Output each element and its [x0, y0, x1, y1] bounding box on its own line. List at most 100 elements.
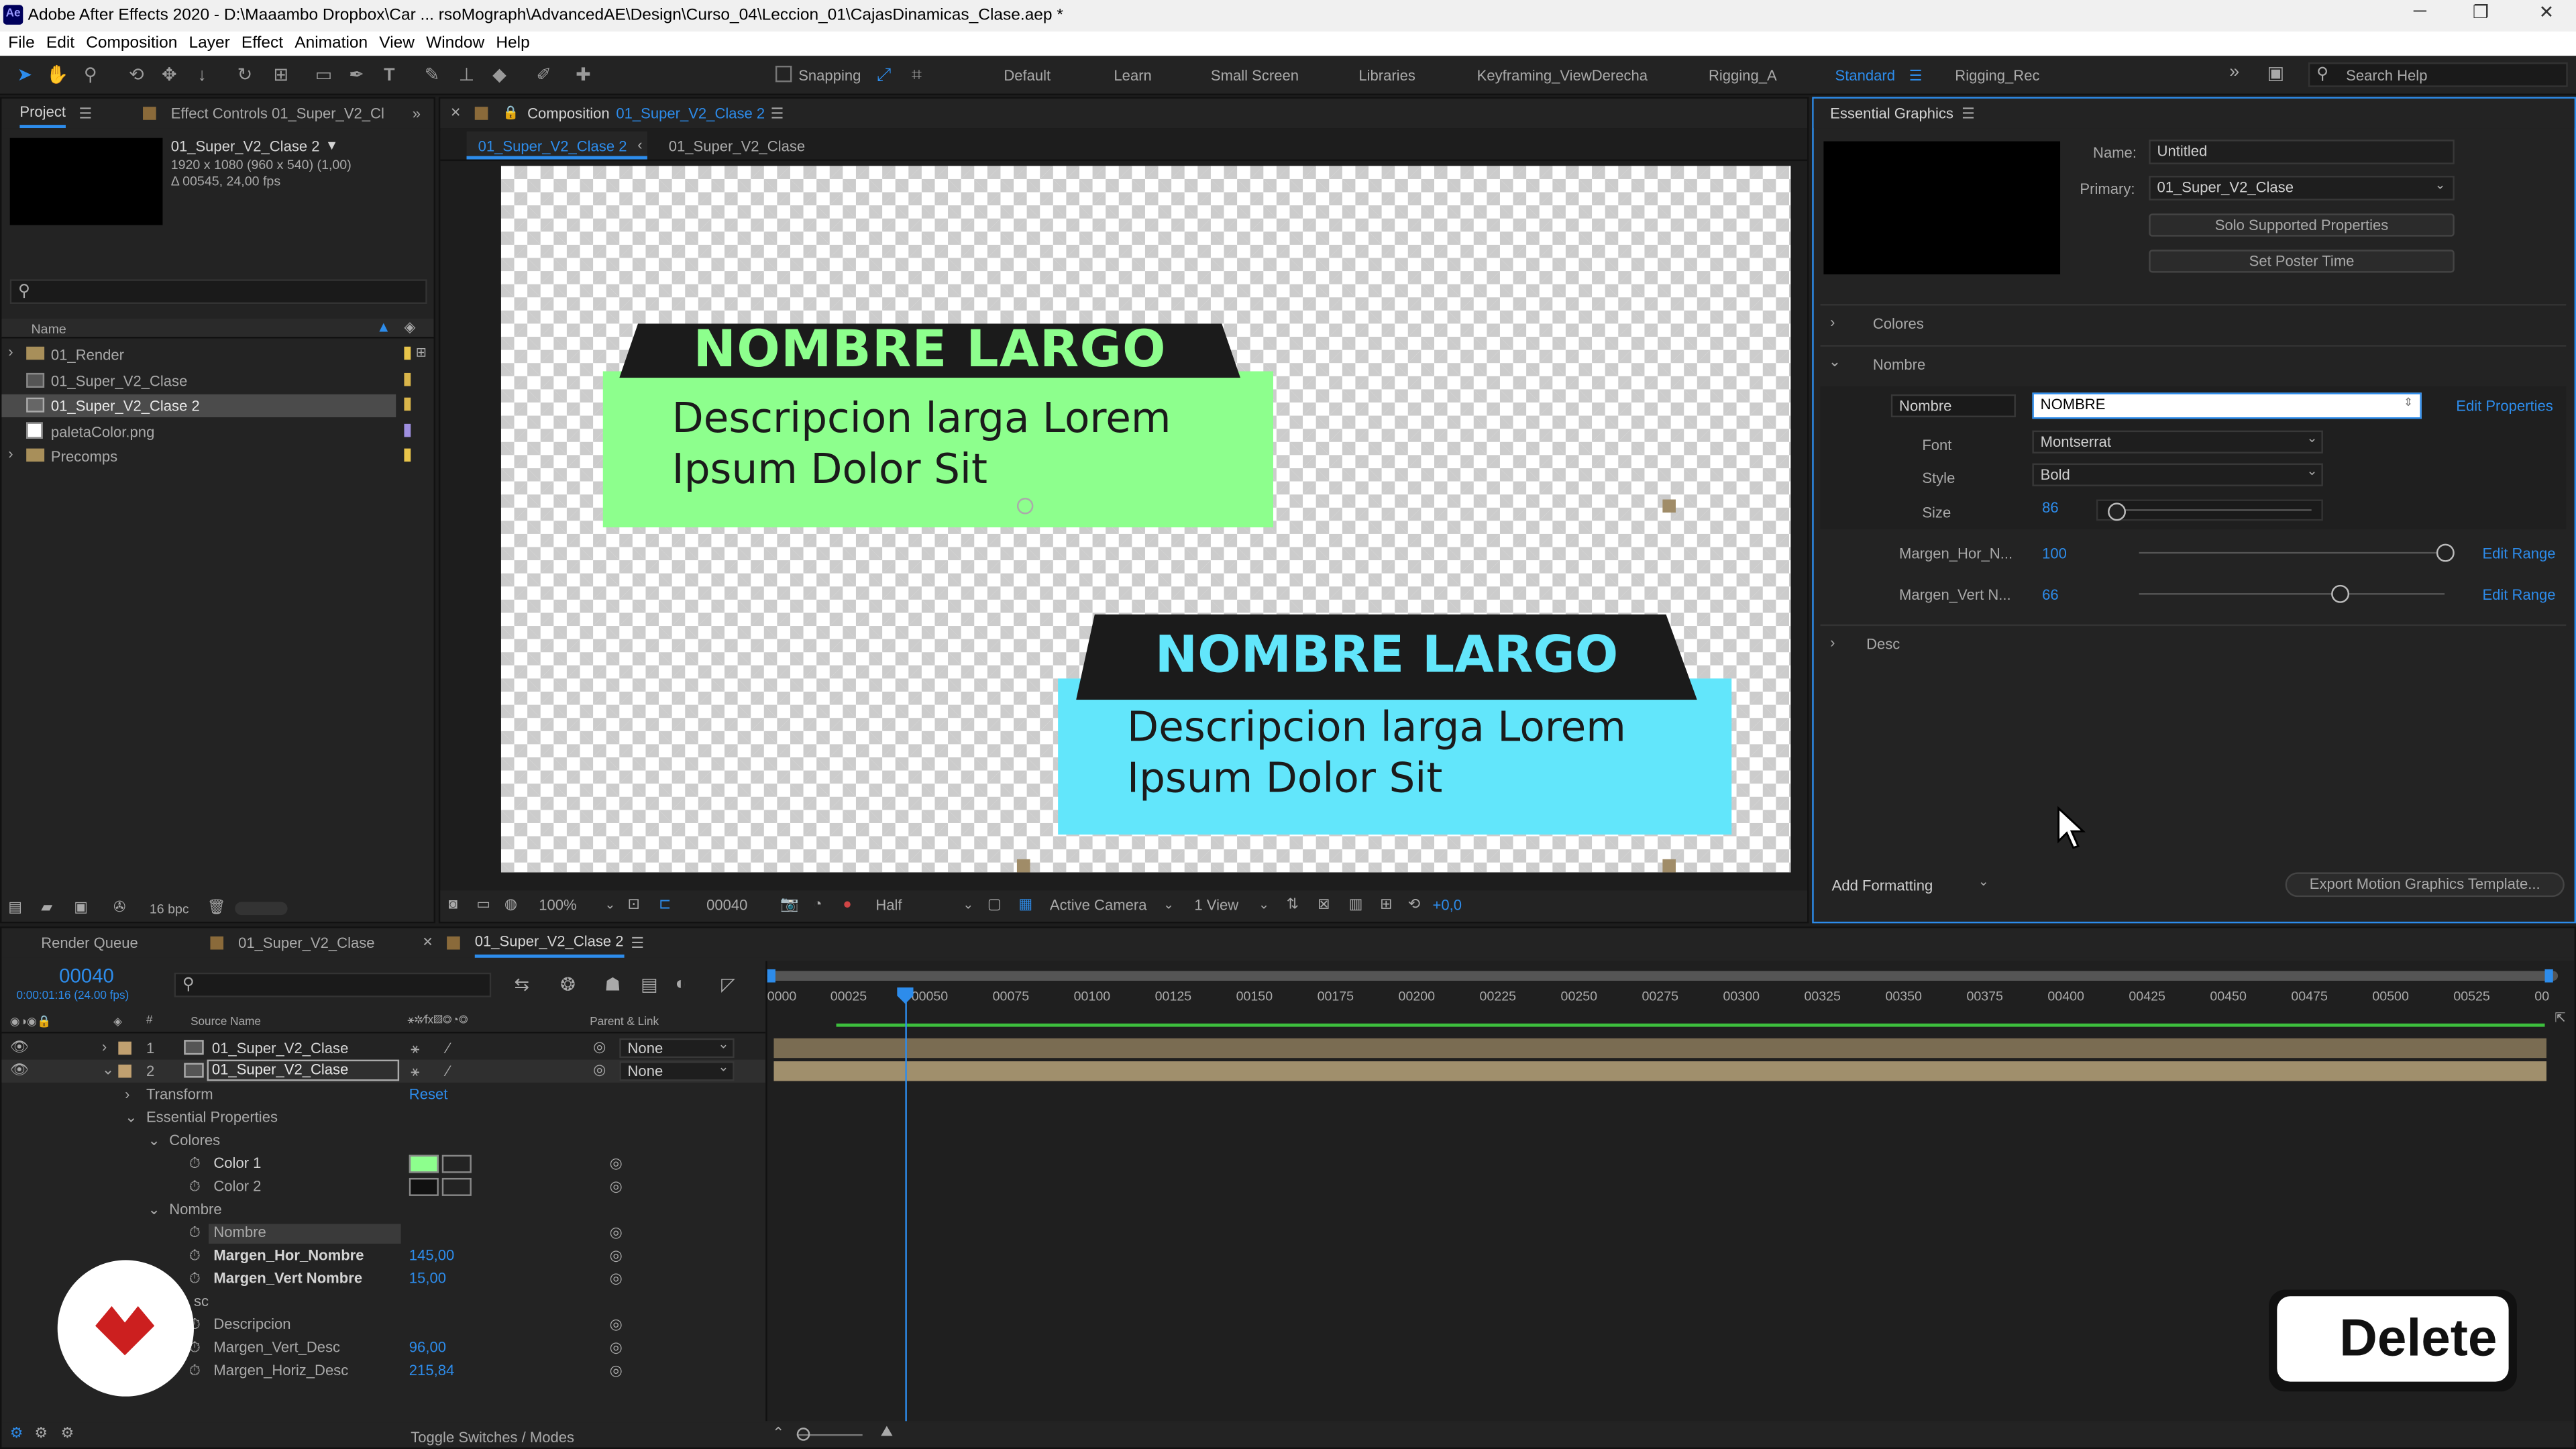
parent-dropdown[interactable]: None	[619, 1061, 735, 1081]
collapse-transform-icon[interactable]: ⚹	[411, 1063, 419, 1081]
hand-tool-icon[interactable]: ✋	[46, 64, 69, 87]
bpc-label[interactable]: 16 bpc	[150, 902, 189, 917]
exposure-value[interactable]: +0,0	[1433, 897, 1462, 913]
workspace-rigging-rec[interactable]: Rigging_Rec	[1955, 67, 2039, 83]
slider-knob[interactable]	[2108, 502, 2127, 521]
breadcrumb-item-parent[interactable]: 01_Super_V2_Clase	[669, 138, 805, 154]
menu-view[interactable]: View	[379, 32, 415, 56]
zoom-out-icon[interactable]: ⌃	[772, 1424, 784, 1442]
orbit-camera-icon[interactable]: ⟲	[125, 64, 148, 87]
layer-name[interactable]: 01_Super_V2_Clase	[207, 1059, 400, 1081]
quality-icon[interactable]: ⁄	[447, 1063, 449, 1079]
chevron-right-icon[interactable]: ›	[102, 1038, 107, 1055]
anchor-tool-icon[interactable]: ⊞	[270, 64, 292, 87]
color-settings-icon[interactable]: ✇	[113, 899, 125, 917]
workspace-standard[interactable]: Standard	[1835, 67, 1895, 83]
motion-blur-icon[interactable]: ◐	[676, 974, 686, 994]
chevron-down-icon[interactable]: ⌄	[1163, 897, 1174, 912]
layer-bar-2[interactable]	[773, 1061, 2546, 1081]
eg-primary-dropdown[interactable]: 01_Super_V2_Clase	[2149, 176, 2455, 201]
snapshot-icon[interactable]: 📷	[780, 896, 798, 914]
chevron-down-icon[interactable]: ⌄	[2306, 464, 2317, 478]
label-color[interactable]	[118, 1064, 131, 1078]
maximize-button[interactable]: ❐	[2464, 1, 2497, 28]
eg-size-value[interactable]: 86	[2042, 499, 2059, 515]
rectangle-tool-icon[interactable]: ▭	[312, 64, 335, 87]
label-color[interactable]	[118, 1041, 131, 1055]
pan-camera-icon[interactable]: ✥	[158, 64, 180, 87]
selection-tool-icon[interactable]: ➤	[13, 64, 36, 87]
timeline-tab-1[interactable]: 01_Super_V2_Clase	[238, 928, 374, 958]
prop-nombre-group[interactable]: ⌄ Nombre	[1, 1201, 765, 1224]
solo-supported-button[interactable]: Solo Supported Properties	[2149, 213, 2455, 237]
type-tool-icon[interactable]: T	[378, 64, 400, 87]
chevron-down-icon[interactable]: ⌄	[604, 897, 615, 912]
brush-tool-icon[interactable]: ✎	[421, 64, 443, 87]
show-snapshot-icon[interactable]: ◔	[813, 896, 822, 912]
thumbnail-slider[interactable]	[235, 902, 288, 916]
composition-tab-name[interactable]: 01_Super_V2_Clase 2	[616, 99, 765, 128]
chevron-down-icon[interactable]: ▼	[325, 138, 338, 153]
workspace-learn[interactable]: Learn	[1114, 67, 1151, 83]
parent-dropdown[interactable]: None	[619, 1038, 735, 1059]
workspace-libraries[interactable]: Libraries	[1358, 67, 1415, 83]
chevron-down-icon[interactable]: ⌄	[1258, 897, 1269, 912]
pickwhip-icon[interactable]: ◎	[593, 1038, 606, 1057]
workspace-default[interactable]: Default	[1004, 67, 1051, 83]
eg-title[interactable]: Essential Graphics	[1830, 99, 1953, 128]
spinner-icon[interactable]: ⇕	[2404, 396, 2413, 409]
timeline-tab-2[interactable]: 01_Super_V2_Clase 2	[474, 928, 624, 958]
eg-margen-hor-value[interactable]: 100	[2042, 545, 2067, 561]
project-tab[interactable]: Project	[19, 99, 66, 129]
minimize-button[interactable]: ─	[2404, 1, 2436, 28]
shy-layers-icon[interactable]: ☗	[604, 974, 621, 996]
close-icon[interactable]: ✕	[422, 928, 433, 958]
eg-style-dropdown[interactable]: Bold	[2032, 463, 2323, 486]
hamburger-icon[interactable]: ☰	[1962, 99, 1975, 128]
work-area-start[interactable]	[767, 969, 775, 983]
breadcrumb-item-current[interactable]: 01_Super_V2_Clase 2	[478, 138, 627, 154]
transparency-grid-icon[interactable]: ▦	[1018, 896, 1032, 914]
layer-handle[interactable]	[1016, 859, 1030, 873]
eg-size-slider[interactable]	[2096, 499, 2323, 521]
project-search-input[interactable]: ⚲	[9, 279, 427, 305]
slider-knob[interactable]	[2331, 584, 2350, 603]
chevron-down-icon[interactable]: ⌄	[718, 1060, 729, 1075]
project-item-super-v2-clase[interactable]: 01_Super_V2_Clase	[1, 370, 433, 392]
eye-icon[interactable]: 👁	[10, 1061, 29, 1079]
channels-icon[interactable]: ●	[843, 896, 851, 912]
workspace-layout-icon[interactable]: ▣	[2267, 62, 2284, 84]
menu-window[interactable]: Window	[426, 32, 484, 56]
prop-color-2[interactable]: ⏱ Color 2 ◎	[1, 1177, 765, 1201]
comp-button-icon[interactable]: ⇱	[2555, 1010, 2565, 1025]
sort-up-icon[interactable]: ▲	[376, 319, 391, 335]
comp-canvas[interactable]: NOMBRE LARGO Descripcion larga Lorem Ips…	[500, 166, 1791, 873]
menu-effect[interactable]: Effect	[241, 32, 283, 56]
toggle-pixel-icon[interactable]: ⇅	[1287, 896, 1299, 914]
layer-name[interactable]: 01_Super_V2_Clase	[212, 1040, 348, 1056]
color-swatch[interactable]	[409, 1177, 439, 1196]
comp-mini-flowchart-icon[interactable]: ⇆	[515, 974, 530, 996]
snap-edges-icon[interactable]: ⤢	[872, 64, 895, 87]
zoom-in-icon[interactable]: ⛰	[881, 1423, 894, 1441]
project-item-01-render[interactable]: › 01_Render ⊞	[1, 343, 433, 366]
project-item-paletacolor[interactable]: paletaColor.png	[1, 421, 433, 443]
toggle-switches-modes[interactable]: Toggle Switches / Modes	[411, 1430, 574, 1446]
frame-blending-icon[interactable]: ▤	[641, 974, 657, 996]
eg-nombre-label[interactable]: Nombre	[1890, 394, 2016, 418]
edit-range-link[interactable]: Edit Range	[2482, 586, 2555, 602]
label-tag-icon[interactable]: ◈	[404, 319, 415, 337]
time-ruler[interactable]: 0000 00025 00050 00075 00100 00125 00150 00175 0…	[767, 983, 2567, 1012]
rotation-tool-icon[interactable]: ↻	[233, 64, 256, 87]
close-button[interactable]: ✕	[2530, 1, 2563, 28]
edit-properties-link[interactable]: Edit Properties	[2456, 398, 2553, 414]
graph-editor-icon[interactable]: ◸	[721, 974, 735, 996]
workspace-small-screen[interactable]: Small Screen	[1211, 67, 1299, 83]
snapping-checkbox[interactable]	[775, 65, 792, 83]
menu-layer[interactable]: Layer	[189, 32, 230, 56]
collapse-transform-icon[interactable]: ⚹	[411, 1040, 419, 1058]
work-area-end[interactable]	[2544, 969, 2553, 983]
prop-essential[interactable]: ⌄ Essential Properties	[1, 1109, 765, 1132]
eg-margen-vert-slider[interactable]	[2139, 593, 2445, 595]
col-name-label[interactable]: Name	[32, 322, 66, 337]
